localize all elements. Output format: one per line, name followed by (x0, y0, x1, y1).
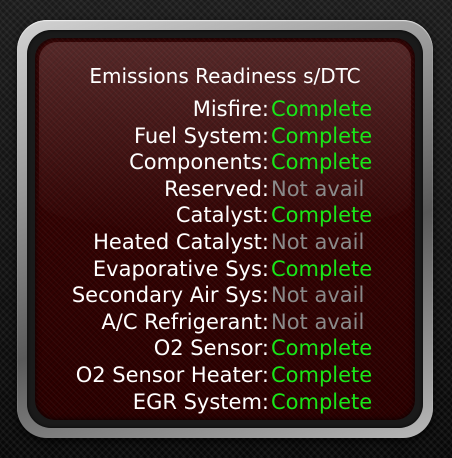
panel-title: Emissions Readiness s/DTC (89, 64, 361, 88)
monitor-status: Complete (271, 336, 373, 361)
monitor-status: Complete (271, 150, 373, 175)
monitor-label: O2 Sensor: (153, 336, 269, 361)
monitor-label: Heated Catalyst: (93, 229, 269, 254)
monitor-row-components: Components: Complete (35, 149, 415, 176)
monitor-label: Reserved: (164, 176, 269, 201)
monitor-row-heated-catalyst: Heated Catalyst: Not avail (35, 229, 415, 256)
monitor-status: Not avail (271, 309, 365, 334)
monitor-row-fuel-system: Fuel System: Complete (35, 123, 415, 150)
monitor-label: Components: (129, 150, 269, 175)
monitor-label: Evaporative Sys: (92, 256, 269, 281)
monitor-status: Complete (271, 362, 373, 387)
monitor-status: Complete (271, 123, 373, 148)
monitor-row-reserved: Reserved: Not avail (35, 176, 415, 203)
monitor-row-catalyst: Catalyst: Complete (35, 202, 415, 229)
monitor-status: Not avail (271, 176, 365, 201)
monitor-row-egr-system: EGR System: Complete (35, 389, 415, 416)
monitor-list: Misfire: Complete Fuel System: Complete … (35, 96, 415, 415)
monitor-label: Catalyst: (175, 203, 269, 228)
monitor-row-evaporative-sys: Evaporative Sys: Complete (35, 256, 415, 283)
monitor-row-secondary-air-sys: Secondary Air Sys: Not avail (35, 282, 415, 309)
monitor-label: EGR System: (132, 389, 269, 414)
monitor-label: Misfire: (192, 97, 269, 121)
monitor-status: Not avail (271, 229, 365, 254)
gauge-bezel: Emissions Readiness s/DTC Misfire: Compl… (27, 30, 423, 428)
monitor-label: A/C Refrigerant: (101, 309, 269, 334)
monitor-row-o2-sensor: O2 Sensor: Complete (35, 335, 415, 362)
monitor-label: Secondary Air Sys: (71, 283, 269, 308)
monitor-status: Complete (271, 203, 373, 228)
readiness-panel[interactable]: Emissions Readiness s/DTC Misfire: Compl… (35, 38, 415, 420)
monitor-status: Complete (271, 256, 373, 281)
gauge-frame: Emissions Readiness s/DTC Misfire: Compl… (17, 20, 433, 438)
monitor-row-misfire: Misfire: Complete (35, 96, 415, 123)
monitor-row-ac-refrigerant: A/C Refrigerant: Not avail (35, 309, 415, 336)
monitor-status: Complete (271, 97, 373, 121)
monitor-status: Not avail (271, 283, 365, 308)
monitor-row-o2-sensor-heater: O2 Sensor Heater: Complete (35, 362, 415, 389)
monitor-label: O2 Sensor Heater: (75, 362, 269, 387)
monitor-status: Complete (271, 389, 373, 414)
monitor-label: Fuel System: (133, 123, 269, 148)
